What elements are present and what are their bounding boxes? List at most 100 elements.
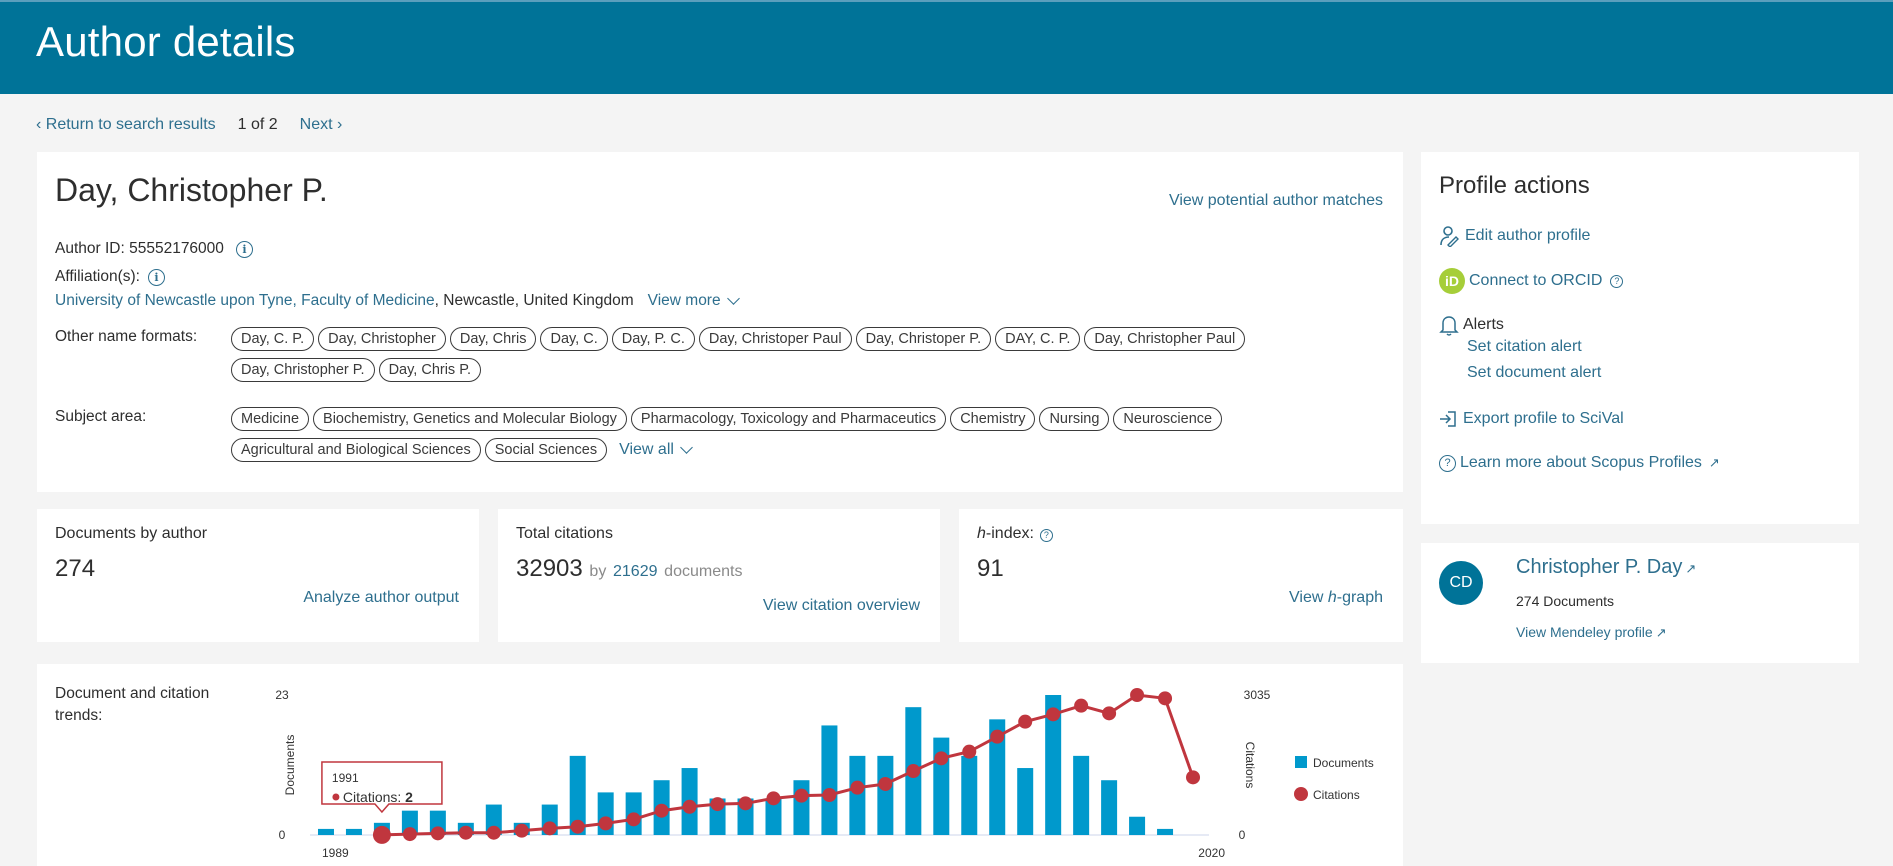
author-name: Day, Christopher P.	[55, 172, 328, 208]
name-format-pill[interactable]: Day, Chris	[449, 327, 537, 351]
y-tick-label: 0	[279, 828, 286, 842]
external-link-icon: ↗	[1655, 625, 1667, 640]
citations-line	[381, 693, 1195, 837]
subject-area-pill[interactable]: Chemistry	[950, 407, 1036, 431]
documents-bar	[1073, 755, 1090, 835]
external-link-icon: ↗	[1708, 455, 1720, 470]
citations-point	[654, 803, 669, 818]
avatar: CD	[1439, 561, 1483, 605]
mendeley-document-count: 274 Documents	[1516, 593, 1615, 609]
result-navigation: ‹ Return to search results 1 of 2 Next ›	[36, 116, 342, 134]
name-format-pill[interactable]: Day, Christopher P.	[231, 358, 375, 382]
name-format-pill[interactable]: Day, Christoper P.	[855, 327, 992, 351]
next-result-link[interactable]: Next ›	[300, 116, 343, 134]
citations-point	[570, 819, 585, 834]
citations-point	[514, 823, 529, 838]
name-format-pill[interactable]: Day, Chris P.	[378, 358, 482, 382]
tooltip-year: 1991	[332, 771, 359, 785]
tooltip-series-dot	[332, 793, 340, 801]
help-icon: ?	[1439, 454, 1456, 472]
x-tick-label: 1989	[322, 846, 349, 860]
chevron-down-icon	[680, 440, 693, 454]
subject-area-pill[interactable]: Nursing	[1039, 407, 1110, 431]
citations-point	[962, 744, 977, 759]
name-format-pill[interactable]: Day, C. P.	[231, 327, 315, 351]
export-to-scival-link[interactable]: Export profile to SciVal	[1439, 409, 1624, 429]
y-axis-title: Documents	[283, 735, 297, 796]
page-title: Author details	[36, 18, 296, 65]
document-citation-chart[interactable]: 023030351989 2020Documents Citations Docume…	[37, 664, 1403, 866]
legend-citations-swatch	[1294, 787, 1308, 801]
learn-more-scopus-profiles-link[interactable]: ? Learn more about Scopus Profiles ↗	[1439, 454, 1720, 472]
citations-point	[738, 796, 753, 811]
name-format-pill[interactable]: Day, Christoper Paul	[698, 327, 852, 351]
citations-point	[1186, 770, 1201, 785]
citations-point	[906, 764, 921, 779]
mendeley-author-name-link[interactable]: Christopher P. Day ↗	[1516, 556, 1696, 579]
subject-area-pill[interactable]: Neuroscience	[1113, 407, 1223, 431]
connect-orcid-link[interactable]: iD Connect to ORCID ?	[1439, 268, 1624, 294]
result-position: 1 of 2	[237, 116, 278, 133]
help-icon[interactable]: ?	[1039, 528, 1053, 542]
name-format-pill[interactable]: Day, Christopher Paul	[1084, 327, 1246, 351]
documents-label: Documents by author	[55, 525, 208, 542]
citations-point	[1046, 707, 1061, 722]
set-document-alert-link[interactable]: Set document alert	[1467, 364, 1601, 382]
name-format-pill[interactable]: Day, Christopher	[318, 327, 446, 351]
mendeley-card: CD Christopher P. Day ↗ 274 Documents Vie…	[1421, 543, 1859, 663]
subject-area-pill[interactable]: Social Sciences	[484, 438, 608, 462]
affiliation-row: University of Newcastle upon Tyne, Facul…	[55, 291, 740, 310]
info-icon[interactable]: i	[148, 268, 165, 286]
view-potential-matches-link[interactable]: View potential author matches	[1169, 192, 1383, 210]
subject-area-pill[interactable]: Medicine	[231, 407, 310, 431]
affiliation-label-row: Affiliation(s): i	[55, 268, 165, 286]
analyze-author-output-link[interactable]: Analyze author output	[303, 589, 459, 607]
citations-point	[542, 821, 557, 836]
author-id: 55552176000	[129, 240, 224, 257]
citations-label: Total citations	[516, 525, 613, 542]
view-citation-overview-link[interactable]: View citation overview	[763, 597, 920, 615]
set-citation-alert-link[interactable]: Set citation alert	[1467, 338, 1582, 356]
profile-actions-card: Profile actions Edit author profile iD C…	[1421, 152, 1859, 524]
view-mendeley-profile-link[interactable]: View Mendeley profile ↗	[1516, 624, 1667, 641]
subject-area-pill[interactable]: Biochemistry, Genetics and Molecular Bio…	[313, 407, 627, 431]
citations-point	[1102, 706, 1117, 721]
affiliation-location: , Newcastle, United Kingdom	[434, 292, 634, 309]
citations-point	[1130, 688, 1145, 702]
citations-point	[990, 729, 1005, 744]
chevron-right-icon: ›	[332, 116, 343, 133]
h-index-label: h-index:?	[977, 525, 1053, 543]
help-icon[interactable]: ?	[1610, 274, 1624, 288]
info-icon[interactable]: i	[235, 240, 253, 258]
name-formats-list: Day, C. P. Day, Christopher Day, Chris Day,…	[231, 327, 1331, 382]
citations-metric-card: Total citations 32903 by 21629 documents…	[498, 509, 940, 642]
name-format-pill[interactable]: Day, P. C.	[611, 327, 695, 351]
chevron-down-icon	[726, 291, 740, 305]
tooltip-value: Citations: 2	[343, 789, 413, 805]
edit-author-profile-link[interactable]: Edit author profile	[1439, 225, 1590, 247]
y2-tick-label: 0	[1239, 828, 1246, 842]
documents-bar	[1157, 828, 1174, 835]
name-format-pill[interactable]: DAY, C. P.	[995, 327, 1081, 351]
documents-bar	[1017, 768, 1034, 835]
documents-bar	[793, 780, 810, 835]
orcid-icon: iD	[1439, 268, 1465, 294]
name-format-pill[interactable]: Day, C.	[540, 327, 608, 351]
citations-point	[598, 816, 613, 831]
documents-bar	[877, 755, 894, 835]
citations-point	[878, 776, 893, 791]
citations-point	[766, 791, 781, 806]
legend-documents-label: Documents	[1313, 756, 1374, 770]
view-more-affiliations-button[interactable]: View more	[648, 291, 740, 310]
trends-chart-card: Document and citation trends: 0 23 0 3035 19…	[37, 664, 1403, 866]
affiliation-link[interactable]: University of Newcastle upon Tyne, Facul…	[55, 292, 435, 310]
subject-area-pill[interactable]: Agricultural and Biological Sciences	[231, 438, 481, 462]
view-all-subjects-button[interactable]: View all	[619, 440, 693, 459]
citing-documents-link[interactable]: 21629	[613, 563, 658, 580]
citations-point	[850, 780, 865, 795]
view-h-graph-link[interactable]: View h-graph	[1289, 589, 1383, 607]
citations-point	[372, 825, 391, 844]
subject-area-pill[interactable]: Pharmacology, Toxicology and Pharmaceuti…	[630, 407, 947, 431]
return-to-results-link[interactable]: ‹ Return to search results	[36, 116, 216, 134]
profile-actions-title: Profile actions	[1439, 172, 1590, 199]
